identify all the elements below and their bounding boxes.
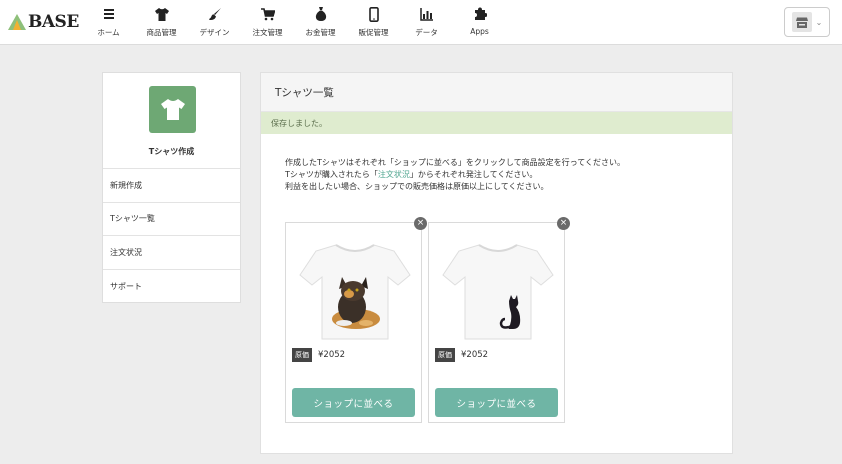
nav-label: Apps (470, 27, 489, 36)
base-logo-mark-icon (8, 14, 26, 30)
main-panel: Tシャツ一覧 保存しました。 作成したTシャツはそれぞれ「ショップに並べる」をク… (260, 72, 733, 454)
page-title: Tシャツ一覧 (261, 73, 732, 112)
main-nav: ホーム 商品管理 デザイン 注文管理 お金管理 販促管理 データ Apps (82, 0, 506, 45)
nav-item-apps[interactable]: Apps (453, 0, 506, 45)
money-bag-icon (313, 6, 329, 22)
delete-icon[interactable]: × (557, 217, 570, 230)
instruction-text: 」からそれぞれ発注してください。 (409, 170, 538, 179)
nav-label: デザイン (199, 28, 230, 37)
sidebar-item-support[interactable]: サポート (103, 270, 240, 304)
nav-item-money[interactable]: お金管理 (294, 0, 347, 45)
instruction-line: Tシャツが購入されたら「注文状況」からそれぞれ発注してください。 (285, 169, 625, 181)
instruction-line: 作成したTシャツはそれぞれ「ショップに並べる」をクリックして商品設定を行ってくだ… (285, 158, 626, 167)
cost-badge: 原価 (292, 348, 312, 362)
tshirt-black-cat-image (442, 244, 554, 340)
puzzle-icon (472, 6, 488, 22)
nav-label: 販促管理 (358, 28, 389, 37)
top-navigation-bar: BASE ホーム 商品管理 デザイン 注文管理 お金管理 販促管理 データ Ap… (0, 0, 842, 45)
app-sidebar: Tシャツ作成 新規作成 Tシャツ一覧 注文状況 サポート (102, 72, 241, 303)
product-card: × 原価 ¥2052 ショップに並べる (285, 217, 427, 423)
price-row: 原価 ¥2052 (435, 348, 488, 362)
order-status-link[interactable]: 注文状況 (378, 170, 410, 179)
smartphone-icon (366, 6, 382, 22)
tshirt-calico-cat-image (299, 244, 411, 340)
tshirt-icon (160, 99, 185, 120)
list-in-shop-button[interactable]: ショップに並べる (292, 388, 415, 417)
bar-chart-icon (419, 6, 435, 22)
sidebar-item-new[interactable]: 新規作成 (103, 169, 240, 203)
nav-item-promotion[interactable]: 販促管理 (347, 0, 400, 45)
nav-item-design[interactable]: デザイン (188, 0, 241, 45)
nav-item-home[interactable]: ホーム (82, 0, 135, 45)
nav-item-data[interactable]: データ (400, 0, 453, 45)
instruction-line: 利益を出したい場合、ショップでの販売価格は原価以上にしてください。 (285, 182, 549, 191)
tshirt-icon (154, 6, 170, 22)
nav-label: データ (415, 28, 438, 37)
list-in-shop-button[interactable]: ショップに並べる (435, 388, 558, 417)
cart-icon (260, 6, 276, 22)
nav-label: ホーム (97, 28, 120, 37)
success-alert: 保存しました。 (261, 112, 732, 134)
product-card: × 原価 ¥2052 ショップに並べる (428, 217, 570, 423)
sidebar-item-tshirt-list[interactable]: Tシャツ一覧 (103, 203, 240, 236)
instructions: 作成したTシャツはそれぞれ「ショップに並べる」をクリックして商品設定を行ってくだ… (285, 157, 625, 193)
cost-badge: 原価 (435, 348, 455, 362)
sidebar-item-order-status[interactable]: 注文状況 (103, 236, 240, 270)
home-list-icon (101, 6, 117, 22)
chevron-down-icon: ⌄ (815, 17, 823, 27)
instruction-text: Tシャツが購入されたら「 (285, 170, 378, 179)
shop-switcher-dropdown[interactable]: ⌄ (784, 7, 830, 37)
paintbrush-icon (207, 6, 223, 22)
nav-label: お金管理 (305, 28, 336, 37)
base-logo-text: BASE (28, 12, 79, 32)
app-name: Tシャツ作成 (148, 147, 195, 156)
nav-label: 注文管理 (252, 28, 283, 37)
nav-item-orders[interactable]: 注文管理 (241, 0, 294, 45)
delete-icon[interactable]: × (414, 217, 427, 230)
price-value: ¥2052 (461, 350, 489, 360)
price-value: ¥2052 (318, 350, 346, 360)
price-row: 原価 ¥2052 (292, 348, 345, 362)
shop-icon (791, 12, 812, 32)
base-logo[interactable]: BASE (8, 11, 79, 33)
nav-label: 商品管理 (146, 28, 177, 37)
app-header: Tシャツ作成 (103, 73, 240, 169)
tshirt-app-logo (149, 86, 196, 133)
nav-item-products[interactable]: 商品管理 (135, 0, 188, 45)
